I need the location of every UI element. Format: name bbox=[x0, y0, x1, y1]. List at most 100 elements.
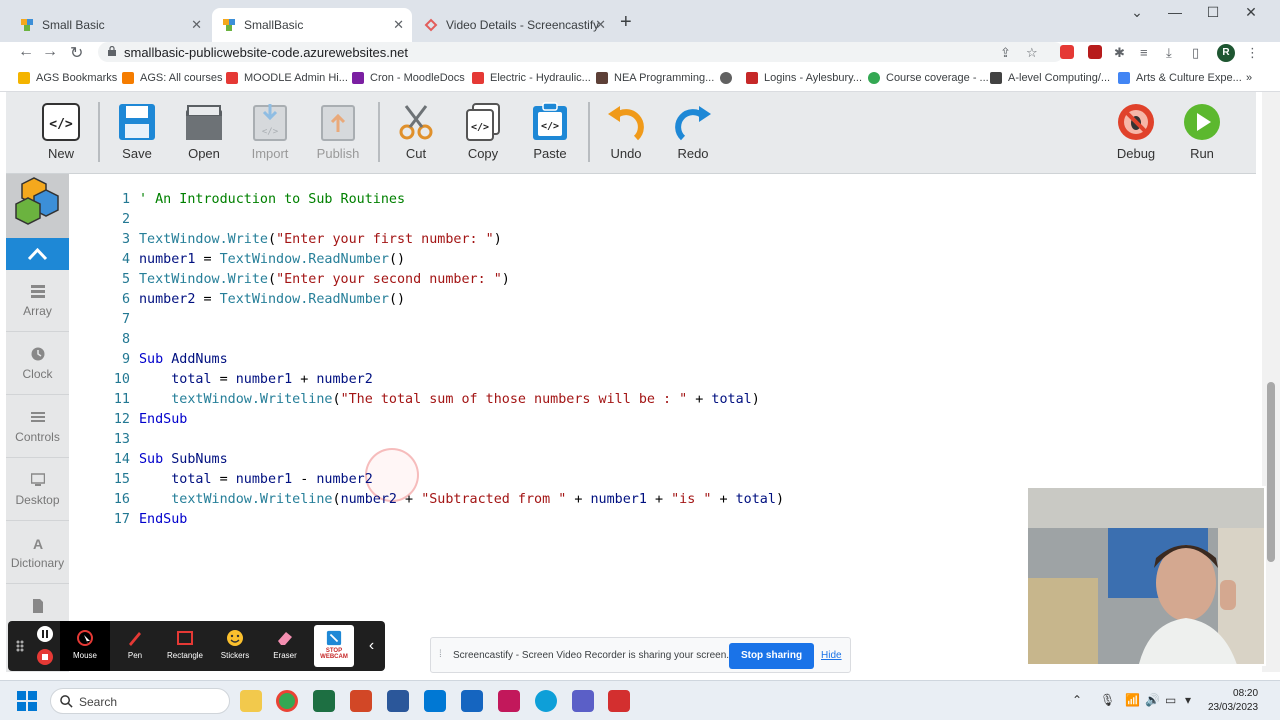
whiteboard-icon[interactable] bbox=[461, 690, 483, 712]
code-token: total bbox=[171, 372, 212, 387]
eraser-tool[interactable]: Eraser bbox=[260, 621, 310, 671]
reading-list-icon[interactable]: ≡ bbox=[1140, 45, 1148, 60]
tab-smallbasic[interactable]: SmallBasic ✕ bbox=[212, 8, 412, 42]
taskbar-clock[interactable]: 08:20 23/03/2023 bbox=[1208, 687, 1258, 715]
excel-icon[interactable] bbox=[313, 690, 335, 712]
drag-handle-icon[interactable]: ⁞ bbox=[439, 649, 442, 660]
battery-icon[interactable]: ▭ bbox=[1165, 693, 1176, 707]
extension-icon[interactable] bbox=[1088, 45, 1102, 59]
code-token: EndSub bbox=[139, 412, 188, 427]
bookmark-item[interactable]: NEA Programming... bbox=[596, 72, 714, 84]
acrobat-icon[interactable] bbox=[608, 690, 630, 712]
bookmark-item[interactable]: Logins - Aylesbury... bbox=[746, 72, 862, 84]
edge-icon[interactable] bbox=[535, 690, 557, 712]
teams-icon[interactable] bbox=[572, 690, 594, 712]
forward-arrow-icon[interactable]: → bbox=[42, 43, 58, 61]
snipping-tool-icon[interactable] bbox=[498, 690, 520, 712]
new-tab-button[interactable]: + bbox=[620, 11, 632, 34]
more-bookmarks-chevron-icon[interactable]: » bbox=[1246, 72, 1252, 84]
drag-handle[interactable] bbox=[8, 621, 32, 671]
tab-screencastify[interactable]: Video Details - Screencastify ✕ bbox=[414, 8, 614, 42]
ribbon-toolbar: </> New Save Open </> Import Publish Cut… bbox=[6, 92, 1256, 174]
outlook-icon[interactable] bbox=[424, 690, 446, 712]
tab-small-basic[interactable]: Small Basic ✕ bbox=[10, 8, 210, 42]
debug-button[interactable]: Debug bbox=[1108, 102, 1164, 161]
chevron-up-icon[interactable]: ⌃ bbox=[1072, 693, 1082, 707]
sidebar-item-array[interactable]: Array bbox=[6, 270, 69, 332]
hide-link[interactable]: Hide bbox=[821, 650, 842, 661]
close-window-button[interactable]: ✕ bbox=[1241, 4, 1261, 21]
collapse-toolbar-chevron-icon[interactable]: ‹ bbox=[358, 621, 385, 671]
webcam-off-icon bbox=[326, 630, 342, 646]
language-icon[interactable]: ▾ bbox=[1185, 693, 1191, 707]
share-icon[interactable]: ⇪ bbox=[1000, 45, 1011, 61]
bookmark-item[interactable]: AGS: All courses bbox=[122, 72, 223, 84]
reload-icon[interactable]: ↻ bbox=[70, 43, 83, 63]
minimize-button[interactable]: — bbox=[1165, 4, 1185, 20]
download-icon[interactable]: ⤓ bbox=[1166, 45, 1172, 61]
maximize-button[interactable]: ☐ bbox=[1203, 4, 1223, 21]
cut-button[interactable]: Cut bbox=[388, 102, 444, 161]
rectangle-tool[interactable]: Rectangle bbox=[160, 621, 210, 671]
close-icon[interactable]: ✕ bbox=[393, 17, 404, 33]
run-button[interactable]: Run bbox=[1174, 102, 1230, 161]
undo-button[interactable]: Undo bbox=[598, 102, 654, 161]
bookmark-item[interactable]: AGS Bookmarks bbox=[18, 72, 117, 84]
bookmark-item[interactable]: MOODLE Admin Hi... bbox=[226, 72, 348, 84]
sidebar-item-controls[interactable]: Controls bbox=[6, 396, 69, 458]
pen-tool[interactable]: Pen bbox=[110, 621, 160, 671]
taskbar-search[interactable]: Search bbox=[50, 688, 230, 714]
code-token: Sub bbox=[139, 452, 164, 467]
windows-start-icon[interactable] bbox=[17, 691, 37, 711]
bookmark-item[interactable]: Cron - MoodleDocs bbox=[352, 72, 465, 84]
mouse-tool[interactable]: Mouse bbox=[60, 621, 110, 671]
profile-avatar[interactable]: R bbox=[1217, 44, 1235, 62]
code-text: number1 = TextWindow.ReadNumber() bbox=[139, 250, 405, 270]
puzzle-extensions-icon[interactable]: ✱ bbox=[1114, 45, 1125, 61]
word-icon[interactable] bbox=[387, 690, 409, 712]
stop-sharing-button[interactable]: Stop sharing bbox=[729, 643, 814, 669]
scrollbar-thumb[interactable] bbox=[1267, 382, 1275, 562]
pen-icon bbox=[129, 632, 141, 646]
screencastify-extension-icon[interactable] bbox=[1060, 45, 1074, 59]
paste-button[interactable]: </> Paste bbox=[522, 102, 578, 161]
bookmark-item[interactable]: Arts & Culture Expe... bbox=[1118, 72, 1242, 84]
open-button[interactable]: Open bbox=[176, 102, 232, 161]
tab-search-chevron-icon[interactable]: ⌄ bbox=[1127, 4, 1147, 21]
publish-button[interactable]: Publish bbox=[310, 102, 366, 161]
new-button[interactable]: </> New bbox=[33, 102, 89, 161]
sidebar-item-dictionary[interactable]: A Dictionary bbox=[6, 522, 69, 584]
file-explorer-icon[interactable] bbox=[240, 690, 262, 712]
menu-kebab-icon[interactable]: ⋮ bbox=[1246, 45, 1259, 61]
wifi-icon[interactable]: 📶 bbox=[1125, 693, 1140, 707]
back-arrow-icon[interactable]: ← bbox=[18, 43, 34, 61]
chrome-icon[interactable] bbox=[276, 690, 298, 712]
stickers-tool[interactable]: Stickers bbox=[210, 621, 260, 671]
microphone-icon[interactable]: 🎙 bbox=[1100, 693, 1115, 707]
close-icon[interactable]: ✕ bbox=[595, 17, 606, 33]
code-token: "is " bbox=[671, 492, 712, 507]
pause-stop-controls[interactable] bbox=[32, 621, 58, 671]
save-button[interactable]: Save bbox=[109, 102, 165, 161]
bookmark-star-icon[interactable]: ☆ bbox=[1026, 45, 1038, 61]
bookmark-item[interactable]: Electric - Hydraulic... bbox=[472, 72, 591, 84]
code-text: total = number1 - number2 bbox=[139, 470, 373, 490]
sidebar-item-clock[interactable]: Clock bbox=[6, 333, 69, 395]
sidebar-item-desktop[interactable]: Desktop bbox=[6, 459, 69, 521]
address-bar[interactable]: smallbasic-publicwebsite-code.azurewebsi… bbox=[98, 42, 1064, 62]
side-panel-icon[interactable]: ▯ bbox=[1192, 45, 1199, 61]
bookmark-item[interactable]: Course coverage - ... bbox=[868, 72, 989, 84]
stop-webcam-button[interactable]: STOP WEBCAM bbox=[314, 625, 354, 667]
bookmark-site-icon bbox=[746, 72, 758, 84]
import-button[interactable]: </> Import bbox=[242, 102, 298, 161]
redo-button[interactable]: Redo bbox=[665, 102, 721, 161]
bookmark-item[interactable]: A-level Computing/... bbox=[990, 72, 1110, 84]
import-icon: </> bbox=[253, 104, 287, 141]
powerpoint-icon[interactable] bbox=[350, 690, 372, 712]
close-icon[interactable]: ✕ bbox=[191, 17, 202, 33]
bookmark-label: Cron - MoodleDocs bbox=[370, 72, 465, 84]
volume-icon[interactable]: 🔊 bbox=[1145, 693, 1160, 707]
copy-button[interactable]: </> Copy bbox=[455, 102, 511, 161]
scissors-icon bbox=[399, 105, 433, 140]
collapse-sidebar-button[interactable] bbox=[6, 238, 69, 270]
